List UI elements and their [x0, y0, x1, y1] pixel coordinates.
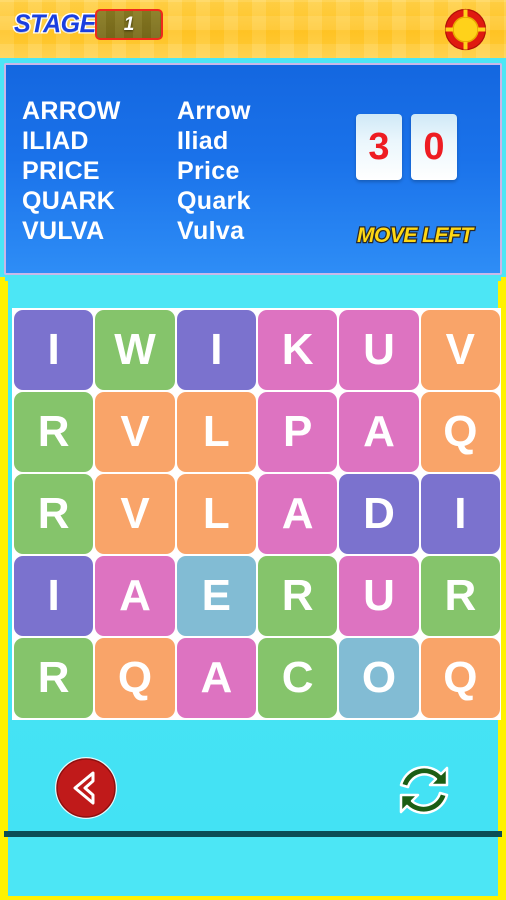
letter-tile[interactable]: R: [14, 474, 94, 554]
word-titlecase: Price: [177, 156, 240, 185]
letter-grid[interactable]: IWIKUVRVLPAQRVLADIIAERURRQACOQ: [12, 310, 502, 718]
letter-tile[interactable]: I: [14, 310, 94, 390]
letter-tile[interactable]: R: [14, 392, 94, 472]
back-button[interactable]: [53, 755, 119, 821]
right-frame-edge: [501, 277, 506, 900]
word-list-item[interactable]: QUARK Quark: [22, 186, 251, 216]
word-list-item[interactable]: ILIAD Iliad: [22, 126, 251, 156]
letter-tile[interactable]: L: [176, 392, 256, 472]
word-list-item[interactable]: ARROW Arrow: [22, 96, 251, 126]
word-list-item[interactable]: VULVA Vulva: [22, 216, 251, 246]
letter-tile[interactable]: V: [95, 474, 175, 554]
word-list-item[interactable]: PRICE Price: [22, 156, 251, 186]
stage-number: 1: [123, 13, 135, 35]
letter-tile[interactable]: Q: [95, 638, 175, 718]
letter-tile[interactable]: I: [420, 474, 500, 554]
letter-tile[interactable]: E: [176, 556, 256, 636]
letter-tile[interactable]: W: [95, 310, 175, 390]
moves-counter: 3 0: [356, 114, 457, 180]
refresh-shuffle-button[interactable]: [389, 755, 459, 825]
letter-tile[interactable]: A: [95, 556, 175, 636]
word-uppercase: VULVA: [22, 216, 105, 245]
letter-tile[interactable]: Q: [420, 392, 500, 472]
left-frame-edge: [0, 277, 5, 900]
play-area: IWIKUVRVLPAQRVLADIIAERURRQACOQ: [4, 281, 502, 833]
letter-tile[interactable]: D: [339, 474, 419, 554]
bottom-bar: [4, 837, 502, 900]
top-bar: STAGE 1: [0, 0, 506, 58]
word-list: ARROW Arrow ILIAD Iliad PRICE Price QUAR…: [22, 96, 251, 246]
game-screen: STAGE 1 ARROW Arrow ILIAD Iliad PRICE Pr…: [0, 0, 506, 900]
letter-tile[interactable]: Q: [420, 638, 500, 718]
word-uppercase: PRICE: [22, 156, 100, 185]
moves-digit-tens: 3: [356, 114, 402, 180]
stage-label: STAGE: [13, 9, 98, 40]
letter-tile[interactable]: I: [14, 556, 94, 636]
life-ring-help-icon[interactable]: [443, 7, 488, 52]
letter-tile[interactable]: K: [258, 310, 338, 390]
letter-tile[interactable]: U: [339, 310, 419, 390]
letter-tile[interactable]: U: [339, 556, 419, 636]
word-titlecase: Arrow: [177, 96, 251, 125]
letter-tile[interactable]: R: [420, 556, 500, 636]
letter-tile[interactable]: A: [339, 392, 419, 472]
letter-tile[interactable]: V: [420, 310, 500, 390]
word-uppercase: ILIAD: [22, 126, 89, 155]
letter-tile[interactable]: I: [176, 310, 256, 390]
stage-number-badge: 1: [95, 9, 163, 40]
word-titlecase: Vulva: [177, 216, 245, 245]
move-left-label: MOVE LEFT: [356, 223, 475, 249]
word-uppercase: QUARK: [22, 186, 116, 215]
letter-tile[interactable]: L: [176, 474, 256, 554]
word-titlecase: Iliad: [177, 126, 229, 155]
letter-tile[interactable]: R: [258, 556, 338, 636]
letter-tile[interactable]: A: [176, 638, 256, 718]
letter-tile[interactable]: C: [258, 638, 338, 718]
word-uppercase: ARROW: [22, 96, 121, 125]
letter-tile[interactable]: R: [14, 638, 94, 718]
letter-tile[interactable]: V: [95, 392, 175, 472]
letter-tile[interactable]: P: [258, 392, 338, 472]
moves-digit-ones: 0: [411, 114, 457, 180]
letter-tile[interactable]: O: [339, 638, 419, 718]
letter-tile[interactable]: A: [258, 474, 338, 554]
word-titlecase: Quark: [177, 186, 251, 215]
letter-grid-frame: IWIKUVRVLPAQRVLADIIAERURRQACOQ: [12, 308, 502, 720]
